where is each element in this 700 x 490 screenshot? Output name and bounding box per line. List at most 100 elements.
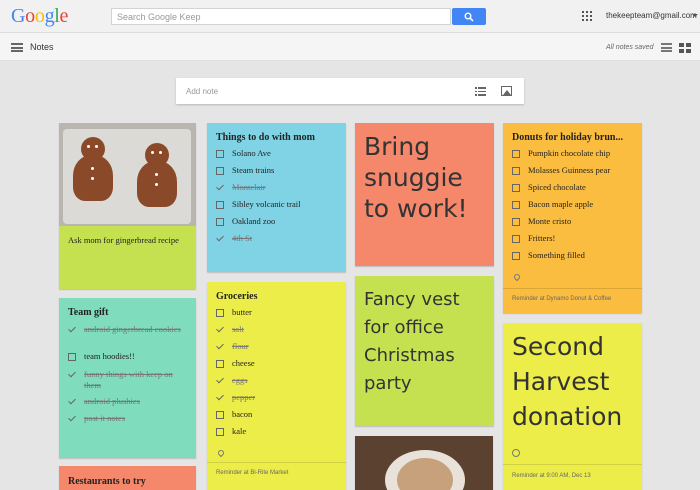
note-groceries[interactable]: Groceries butter salt flour cheese eggs peppe…	[207, 282, 346, 490]
note-title: Groceries	[216, 291, 258, 302]
reminder-text: Reminder at 9:00 AM, Dec 13	[512, 473, 591, 479]
checklist-item[interactable]: android gingerbread cookies	[68, 320, 187, 348]
checked-icon[interactable]	[68, 371, 76, 379]
checkbox[interactable]	[216, 166, 224, 175]
apps-grid-icon[interactable]	[582, 11, 592, 21]
checklist: Solano Ave Steam trains Montclair Sibley vo…	[216, 145, 337, 247]
checkbox[interactable]	[512, 251, 520, 260]
grid-view-icon[interactable]	[679, 43, 691, 53]
note-snuggie[interactable]: Bring snuggie to work!	[355, 123, 494, 266]
checklist-item[interactable]: eggs	[216, 372, 337, 389]
checklist-item-text: salt	[232, 324, 244, 334]
checked-icon[interactable]	[68, 398, 76, 406]
checklist-item[interactable]: Molasses Guinness pear	[512, 162, 633, 179]
checklist-item-text: Montclair	[232, 182, 266, 192]
checklist-item-text: butter	[232, 307, 252, 317]
note-text: Ask mom for gingerbread recipe	[68, 235, 179, 245]
checked-icon[interactable]	[216, 184, 224, 192]
note-team-gift[interactable]: Team gift android gingerbread cookies tea…	[59, 298, 196, 458]
checked-icon[interactable]	[216, 394, 224, 402]
checklist-item[interactable]: Sibley volcanic trail	[216, 196, 337, 213]
location-pin-icon	[216, 448, 226, 458]
checklist-item-text: Monte cristo	[528, 216, 572, 226]
checkbox[interactable]	[216, 200, 224, 209]
checkbox[interactable]	[216, 359, 224, 368]
checkbox[interactable]	[512, 217, 520, 226]
search-input[interactable]: Search Google Keep	[111, 8, 451, 25]
checklist-item[interactable]: Fritters!	[512, 230, 633, 247]
checked-icon[interactable]	[216, 343, 224, 351]
checklist-item-text: flour	[232, 341, 249, 351]
note-coffee-photo[interactable]	[355, 436, 493, 490]
checklist-item[interactable]: butter	[216, 304, 337, 321]
checkbox[interactable]	[68, 352, 76, 361]
checked-icon[interactable]	[68, 415, 76, 423]
menu-icon[interactable]	[11, 43, 23, 52]
checklist-item-text: android plushies	[84, 396, 140, 406]
account-dropdown-icon[interactable]	[692, 14, 698, 17]
checklist-item[interactable]: funny things with keep on them	[68, 365, 187, 393]
checklist-item[interactable]: kale	[216, 423, 337, 440]
checked-icon[interactable]	[68, 326, 76, 334]
checkbox[interactable]	[216, 410, 224, 419]
checklist-item[interactable]: android plushies	[68, 393, 187, 410]
sub-bar: Notes All notes saved	[0, 33, 700, 61]
checklist-item[interactable]: cheese	[216, 355, 337, 372]
coffee-photo	[355, 436, 493, 490]
account-email[interactable]: thekeepteam@gmail.com	[606, 11, 697, 20]
checked-icon[interactable]	[216, 326, 224, 334]
checklist-item[interactable]: flour	[216, 338, 337, 355]
checklist-item[interactable]: Montclair	[216, 179, 337, 196]
checklist-item[interactable]: pepper	[216, 389, 337, 406]
checklist-item[interactable]: Steam trains	[216, 162, 337, 179]
search-button[interactable]	[452, 8, 486, 25]
checkbox[interactable]	[512, 183, 520, 192]
checkbox[interactable]	[512, 234, 520, 243]
checklist-item-text: bacon	[232, 409, 253, 419]
checklist-item[interactable]: bacon	[216, 406, 337, 423]
checklist-item[interactable]: Monte cristo	[512, 213, 633, 230]
checked-icon[interactable]	[216, 235, 224, 243]
checklist-item-text: kale	[232, 426, 247, 436]
note-title: Team gift	[68, 307, 109, 318]
checklist-item-text: cheese	[232, 358, 255, 368]
checklist-item-text: Fritters!	[528, 233, 556, 243]
checklist-item[interactable]: 4th St	[216, 230, 337, 247]
checklist-item-text: Spiced chocolate	[528, 182, 586, 192]
note-restaurants[interactable]: Restaurants to try	[59, 466, 196, 490]
note-gingerbread[interactable]: Ask mom for gingerbread recipe	[59, 123, 196, 289]
checklist-item[interactable]: Pumpkin chocolate chip	[512, 145, 633, 162]
checkbox[interactable]	[512, 166, 520, 175]
google-logo[interactable]: Google	[11, 5, 68, 28]
search-icon	[464, 12, 474, 22]
logo-letter: g	[44, 5, 55, 27]
checklist-item[interactable]: Spiced chocolate	[512, 179, 633, 196]
note-fancy-vest[interactable]: Fancy vest for office Christmas party	[355, 276, 494, 426]
checklist-item[interactable]: salt	[216, 321, 337, 338]
checked-icon[interactable]	[216, 377, 224, 385]
checklist-item[interactable]: Bacon maple apple	[512, 196, 633, 213]
checklist-item[interactable]: Solano Ave	[216, 145, 337, 162]
checkbox[interactable]	[216, 427, 224, 436]
new-image-icon[interactable]	[501, 86, 512, 96]
checklist-item[interactable]: Oakland zoo	[216, 213, 337, 230]
checklist-item[interactable]: Something filled	[512, 247, 633, 264]
section-title: Notes	[30, 42, 54, 52]
new-list-icon[interactable]	[475, 87, 486, 96]
clock-icon	[512, 449, 520, 457]
note-donuts[interactable]: Donuts for holiday brun... Pumpkin choco…	[503, 123, 642, 313]
checkbox[interactable]	[216, 217, 224, 226]
checkbox[interactable]	[512, 200, 520, 209]
checklist-item[interactable]: post it notes	[68, 410, 187, 427]
note-second-harvest[interactable]: Second Harvest donation Reminder at 9:00…	[503, 323, 642, 490]
checklist-item-text: Molasses Guinness pear	[528, 165, 611, 175]
note-things-with-mom[interactable]: Things to do with mom Solano Ave Steam tr…	[207, 123, 346, 272]
checkbox[interactable]	[216, 308, 224, 317]
checkbox[interactable]	[216, 149, 224, 158]
checklist-item[interactable]: team hoodies!!	[68, 348, 187, 365]
list-view-icon[interactable]	[661, 43, 672, 52]
add-note-input[interactable]: Add note	[176, 78, 524, 104]
note-title: Things to do with mom	[216, 132, 315, 143]
checkbox[interactable]	[512, 149, 520, 158]
checklist-item-text: 4th St	[232, 233, 253, 243]
